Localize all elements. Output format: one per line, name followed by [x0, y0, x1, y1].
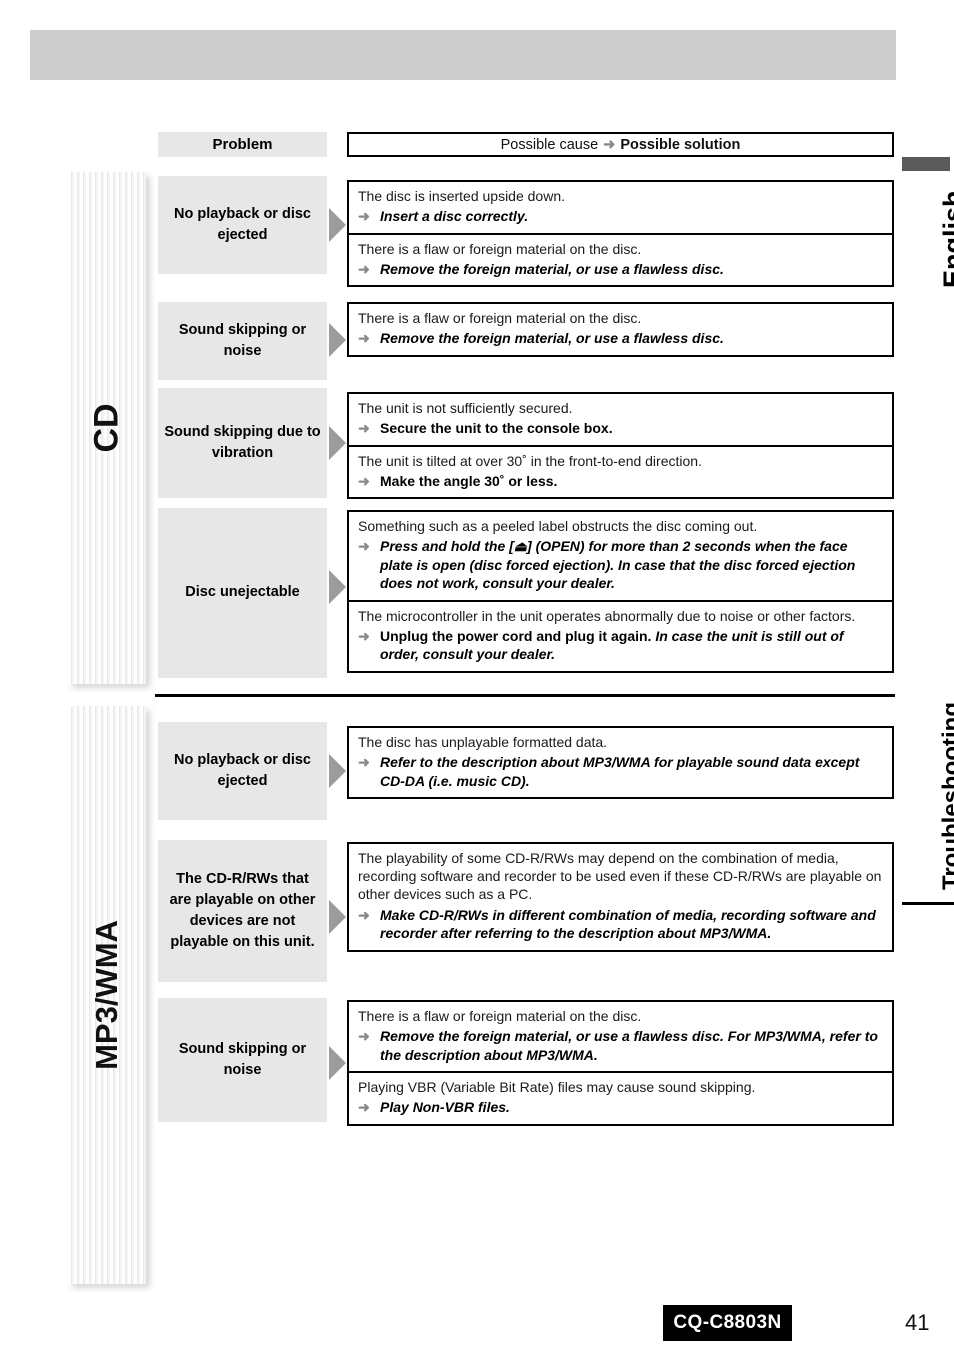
solution-italic-part: Remove the foreign material, or use a fl… [380, 260, 724, 277]
top-banner-strip [30, 30, 896, 80]
chapter-underline-rule [902, 902, 954, 905]
triangle-pointer-icon [329, 426, 346, 460]
solution-italic-part: Remove the foreign material, or use a fl… [380, 330, 724, 347]
model-number-badge: CQ-C8803N [663, 1305, 792, 1341]
solution-text: ➜ Make the angle 30˚ or less. [358, 472, 884, 490]
cause-text: The unit is not sufficiently secured. [358, 400, 573, 416]
solution-italic-part: Play Non-VBR files. [380, 1099, 510, 1116]
cause-solution-item: Something such as a peeled label obstruc… [349, 512, 892, 600]
cause-solution-item: Playing VBR (Variable Bit Rate) files ma… [349, 1071, 892, 1124]
arrow-right-icon: ➜ [358, 420, 370, 437]
arrow-right-icon: ➜ [358, 208, 370, 225]
arrow-right-icon: ➜ [358, 906, 370, 923]
arrow-right-icon: ➜ [358, 627, 370, 644]
column-header-problem: Problem [158, 132, 327, 157]
problem-cell: No playback or disc ejected [158, 722, 327, 820]
cause-solution-item: The unit is tilted at over 30˚ in the fr… [349, 444, 892, 498]
triangle-pointer-icon [329, 323, 346, 357]
problem-cell: Sound skipping or noise [158, 998, 327, 1122]
solution-text: ➜ Remove the foreign material, or use a f… [358, 260, 884, 278]
solution-plain-part: Make the angle 30˚ or less. [380, 472, 558, 489]
solution-text: ➜ Insert a disc correctly. [358, 207, 884, 225]
cause-solution-group: The disc has unplayable formatted data. ➜… [347, 726, 894, 800]
cause-solution-item: The disc is inserted upside down. ➜ Insert… [349, 182, 892, 233]
triangle-pointer-icon [329, 900, 346, 934]
problem-cell: The CD-R/RWs that are playable on other … [158, 840, 327, 982]
cause-solution-group: There is a flaw or foreign material on t… [347, 302, 894, 357]
solution-text: ➜ Play Non-VBR files. [358, 1098, 884, 1116]
solution-italic-part: Press and hold the [⏏] (OPEN) for more t… [380, 538, 856, 592]
section-ribbon-label-cd: CD [87, 403, 126, 453]
solution-text: ➜ Press and hold the [⏏] (OPEN) for more … [358, 537, 884, 592]
cause-solution-item: The microcontroller in the unit operates… [349, 599, 892, 671]
solution-italic-part: Make CD-R/RWs in different combination o… [380, 906, 876, 942]
cause-text: There is a flaw or foreign material on t… [358, 310, 642, 326]
problem-cell: Sound skipping or noise [158, 302, 327, 380]
cause-text: The unit is tilted at over 30˚ in the fr… [358, 452, 702, 469]
solution-italic-part: Remove the foreign material, or use a fl… [380, 1028, 878, 1063]
solution-text: ➜ Remove the foreign material, or use a f… [358, 329, 884, 347]
page-number: 41 [905, 1310, 930, 1335]
cause-solution-item: The disc has unplayable formatted data. ➜… [349, 728, 892, 797]
cause-solution-group: The unit is not sufficiently secured. ➜ Se… [347, 392, 894, 500]
arrow-right-icon: ➜ [358, 260, 370, 277]
solution-text: ➜ Secure the unit to the console box. [358, 419, 884, 437]
triangle-pointer-icon [329, 570, 346, 604]
cause-text: There is a flaw or foreign material on t… [358, 1008, 642, 1024]
arrow-right-icon: ➜ [358, 1099, 370, 1116]
cause-text: Playing VBR (Variable Bit Rate) files ma… [358, 1079, 756, 1096]
cause-solution-item: There is a flaw or foreign material on t… [349, 304, 892, 355]
side-label-chapter: Troubleshooting [938, 702, 954, 890]
solution-text: ➜ Refer to the description about MP3/WMA … [358, 753, 884, 790]
problem-cell: Disc unejectable [158, 508, 327, 678]
problem-cell: Sound skipping due to vibration [158, 388, 327, 498]
arrow-right-icon: ➜ [358, 472, 370, 489]
cause-solution-group: Something such as a peeled label obstruc… [347, 510, 894, 673]
cause-solution-item: There is a flaw or foreign material on t… [349, 1002, 892, 1071]
cause-solution-item: The unit is not sufficiently secured. ➜ Se… [349, 394, 892, 445]
solution-plain-part: Secure the unit to the console box. [380, 420, 613, 437]
triangle-pointer-icon [329, 1046, 346, 1080]
right-edge-tab-marker [902, 157, 950, 171]
column-header-cause-text: Possible cause [500, 136, 599, 153]
cause-solution-item: There is a flaw or foreign material on t… [349, 232, 892, 286]
column-header-solution-text: Possible solution [620, 136, 741, 153]
triangle-pointer-icon [329, 754, 346, 788]
section-ribbon-cd: CD [68, 172, 146, 684]
cause-text: Something such as a peeled label obstruc… [358, 518, 758, 534]
section-ribbon-label-mp3wma: MP3/WMA [89, 920, 124, 1070]
arrow-right-icon: ➜ [358, 330, 370, 347]
cause-text: There is a flaw or foreign material on t… [358, 240, 642, 257]
section-separator-rule [155, 694, 895, 697]
cause-solution-item: The playability of some CD-R/RWs may dep… [349, 844, 892, 950]
cause-solution-group: The disc is inserted upside down. ➜ Insert… [347, 180, 894, 288]
arrow-right-icon: ➜ [358, 1028, 370, 1045]
section-ribbon-mp3wma: MP3/WMA [68, 706, 146, 1284]
solution-italic-part: Insert a disc correctly. [380, 208, 529, 225]
cause-solution-group: The playability of some CD-R/RWs may dep… [347, 842, 894, 952]
triangle-pointer-icon [329, 208, 346, 242]
solution-text: ➜ Make CD-R/RWs in different combination … [358, 906, 884, 943]
cause-text: The microcontroller in the unit operates… [358, 607, 856, 624]
cause-text: The playability of some CD-R/RWs may dep… [358, 850, 882, 903]
side-label-language: English [938, 190, 954, 288]
arrow-right-icon: ➜ [358, 754, 370, 771]
cause-solution-group: There is a flaw or foreign material on t… [347, 1000, 894, 1126]
solution-text: ➜ Remove the foreign material, or use a f… [358, 1027, 884, 1064]
arrow-right-icon: ➜ [358, 538, 370, 555]
solution-plain-part: Unplug the power cord and plug it again. [380, 627, 656, 644]
column-header-cause-solution: Possible cause ➜ Possible solution [347, 132, 894, 157]
arrow-right-icon: ➜ [603, 136, 616, 153]
cause-text: The disc has unplayable formatted data. [358, 734, 608, 750]
solution-italic-part: Refer to the description about MP3/WMA f… [380, 754, 860, 789]
solution-text: ➜ Unplug the power cord and plug it again… [358, 627, 884, 664]
problem-cell: No playback or disc ejected [158, 176, 327, 274]
cause-text: The disc is inserted upside down. [358, 188, 565, 204]
